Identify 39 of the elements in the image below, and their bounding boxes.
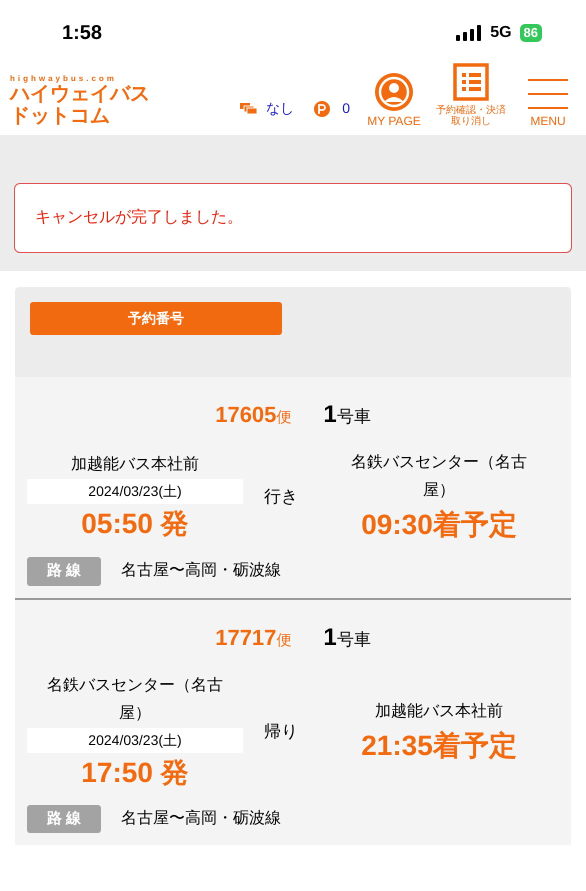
- departure-stop: 加越能バス本社前: [71, 454, 199, 474]
- bus-number: 17717便: [215, 624, 292, 652]
- points-icon: [314, 100, 330, 116]
- tickets-icon: [240, 102, 258, 114]
- arrival-stop: 名鉄バスセンター（名古屋）: [350, 452, 528, 501]
- reservation-number-label: 予約番号: [30, 302, 282, 335]
- departure-date: 2024/03/23(土): [27, 478, 243, 504]
- signal-icon: [456, 24, 482, 40]
- car-number: 1号車: [323, 400, 371, 430]
- points-count: 0: [342, 99, 350, 118]
- bus-number: 17605便: [215, 401, 292, 429]
- clock: 1:58: [62, 20, 102, 46]
- direction-label: 帰り: [263, 721, 299, 744]
- alert-message: キャンセルが完了しました。: [35, 208, 243, 228]
- route-name: 名古屋〜高岡・砺波線: [121, 808, 281, 829]
- departure-stop: 名鉄バスセンター（名古屋）: [46, 676, 224, 724]
- arrival-time: 09:30着予定: [361, 508, 517, 542]
- logo-text: ハイウェイバス: [10, 83, 150, 105]
- direction-label: 行き: [263, 486, 299, 508]
- route-tag: 路 線: [27, 804, 101, 833]
- route-tag: 路 線: [27, 557, 101, 586]
- route-name: 名古屋〜高岡・砺波線: [121, 560, 281, 582]
- logo-text: ドットコム: [10, 105, 111, 127]
- network-label: 5G: [490, 22, 512, 42]
- departure-date: 2024/03/23(土): [27, 728, 243, 752]
- user-icon: [374, 72, 414, 112]
- car-number: 1号車: [323, 622, 371, 652]
- menu-icon: [528, 76, 568, 112]
- departure-time: 17:50 発: [81, 756, 189, 790]
- coupon-count: なし: [266, 99, 294, 118]
- arrival-time: 21:35着予定: [361, 729, 517, 763]
- nav-button[interactable]: 予約確認・決済 取り消し: [434, 63, 508, 127]
- arrival-stop: 加越能バス本社前: [374, 702, 504, 722]
- list-icon: [453, 63, 489, 101]
- nav-button[interactable]: MY PAGE: [366, 72, 422, 127]
- departure-time: 05:50 発: [81, 506, 189, 540]
- logo-url: highwaybus.com: [10, 75, 118, 83]
- nav-button[interactable]: MENU: [520, 76, 576, 127]
- battery-icon: 86: [520, 24, 542, 42]
